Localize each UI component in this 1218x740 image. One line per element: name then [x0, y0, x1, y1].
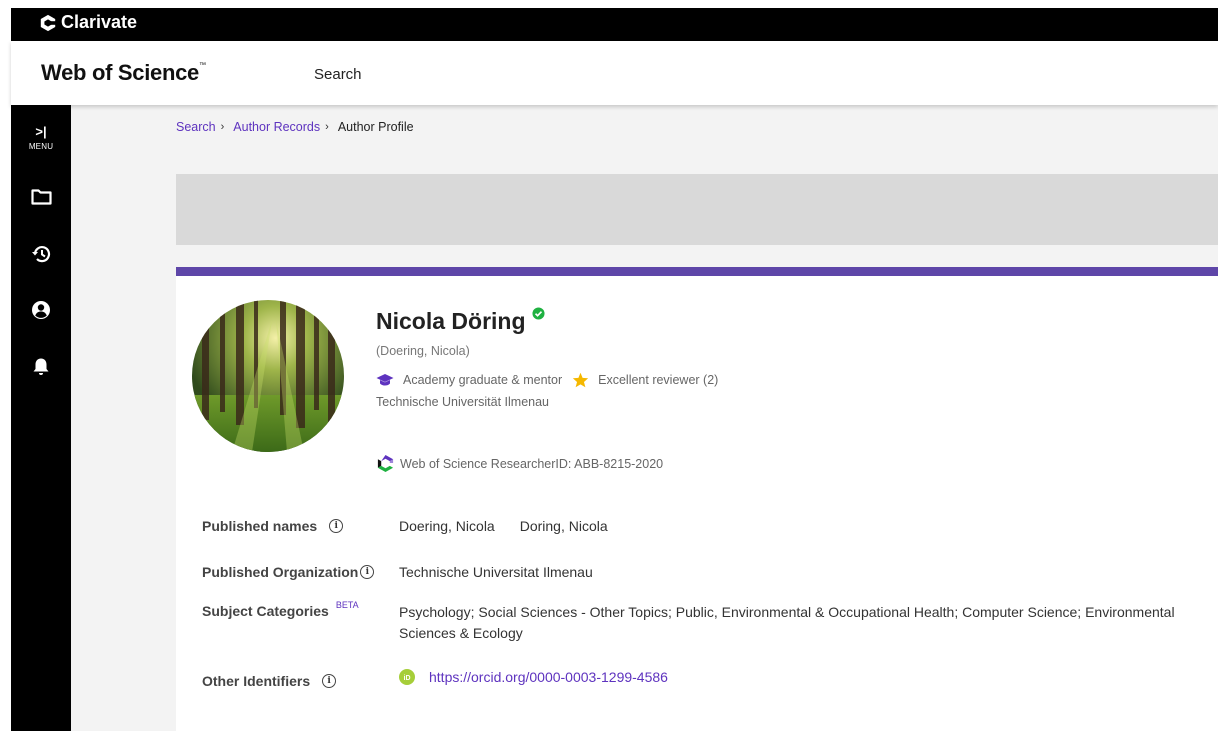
main-content: Search › Author Records › Author Profile [71, 105, 1218, 740]
clarivate-logo[interactable]: Clarivate [39, 12, 137, 33]
published-name-item: Doring, Nicola [519, 518, 608, 534]
history-icon [31, 246, 50, 263]
author-affiliation: Technische Universität Ilmenau [376, 395, 549, 409]
academy-badge[interactable]: Academy graduate & mentor [376, 373, 562, 387]
other-identifiers-value: iD https://orcid.org/0000-0003-1299-4586 [399, 669, 668, 685]
account-button[interactable] [11, 300, 71, 320]
forest-photo [192, 300, 344, 452]
folder-icon [30, 189, 52, 205]
published-org-label: Published Organization i [202, 564, 375, 580]
clarivate-bar: Clarivate [11, 8, 1218, 41]
published-name-item: Doering, Nicola [399, 518, 495, 534]
breadcrumb-search[interactable]: Search [176, 120, 216, 134]
beta-badge: BETA [335, 600, 359, 610]
graduation-cap-icon [376, 374, 394, 386]
orcid-icon: iD [399, 669, 415, 685]
bell-icon [33, 358, 49, 375]
clarivate-logo-icon [40, 14, 57, 31]
folder-button[interactable] [11, 188, 71, 205]
web-of-science-logo[interactable]: Web of Science™ [41, 60, 206, 86]
orcid-link[interactable]: https://orcid.org/0000-0003-1299-4586 [429, 669, 668, 685]
history-button[interactable] [11, 244, 71, 264]
ad-banner-placeholder [176, 174, 1218, 245]
menu-label: MENU [28, 142, 54, 151]
published-names-values: Doering, Nicola Doring, Nicola [399, 518, 633, 534]
product-header: Web of Science™ Search [11, 41, 1218, 105]
svg-text:iD: iD [404, 675, 411, 682]
verified-check-icon [531, 307, 545, 320]
breadcrumb-separator: › [220, 121, 225, 133]
breadcrumb: Search › Author Records › Author Profile [176, 120, 414, 134]
breadcrumb-separator: › [325, 121, 329, 133]
sidebar: >| MENU [11, 105, 71, 731]
published-org-value: Technische Universitat Ilmenau [399, 564, 593, 580]
star-icon [572, 372, 589, 388]
author-alt-name: (Doering, Nicola) [376, 344, 470, 358]
info-icon[interactable]: i [329, 519, 344, 533]
academy-badge-label: Academy graduate & mentor [403, 373, 563, 387]
account-icon [32, 301, 50, 319]
author-name-text: Nicola Döring [376, 308, 526, 334]
author-name: Nicola Döring [376, 307, 545, 335]
researcher-id-text: Web of Science ResearcherID: ABB-8215-20… [400, 456, 664, 471]
author-badges: Academy graduate & mentor Excellent revi… [376, 372, 728, 388]
subject-categories-value: Psychology; Social Sciences - Other Topi… [399, 604, 1175, 641]
info-icon[interactable]: i [322, 674, 337, 688]
menu-expand-icon: >| [35, 124, 47, 139]
avatar [192, 300, 344, 452]
reviewer-badge-label: Excellent reviewer (2) [598, 373, 719, 387]
author-profile-card: Nicola Döring (Doering, Nicola) Academy … [176, 267, 1218, 740]
subject-categories-label: Subject Categories BETA [202, 600, 359, 619]
notifications-button[interactable] [11, 357, 71, 377]
clarivate-name: Clarivate [61, 12, 138, 32]
breadcrumb-author-records[interactable]: Author Records [233, 120, 320, 134]
researcher-id: Web of Science ResearcherID: ABB-8215-20… [376, 454, 663, 473]
reviewer-badge[interactable]: Excellent reviewer (2) [572, 372, 718, 388]
menu-toggle-button[interactable]: >| MENU [11, 124, 71, 152]
nav-search-link[interactable]: Search [314, 66, 362, 83]
info-icon[interactable]: i [360, 565, 375, 579]
other-identifiers-label: Other Identifiers i [202, 673, 337, 689]
published-names-label: Published names i [202, 518, 344, 534]
breadcrumb-current: Author Profile [337, 120, 414, 134]
clarivate-researcherid-icon [377, 454, 394, 473]
